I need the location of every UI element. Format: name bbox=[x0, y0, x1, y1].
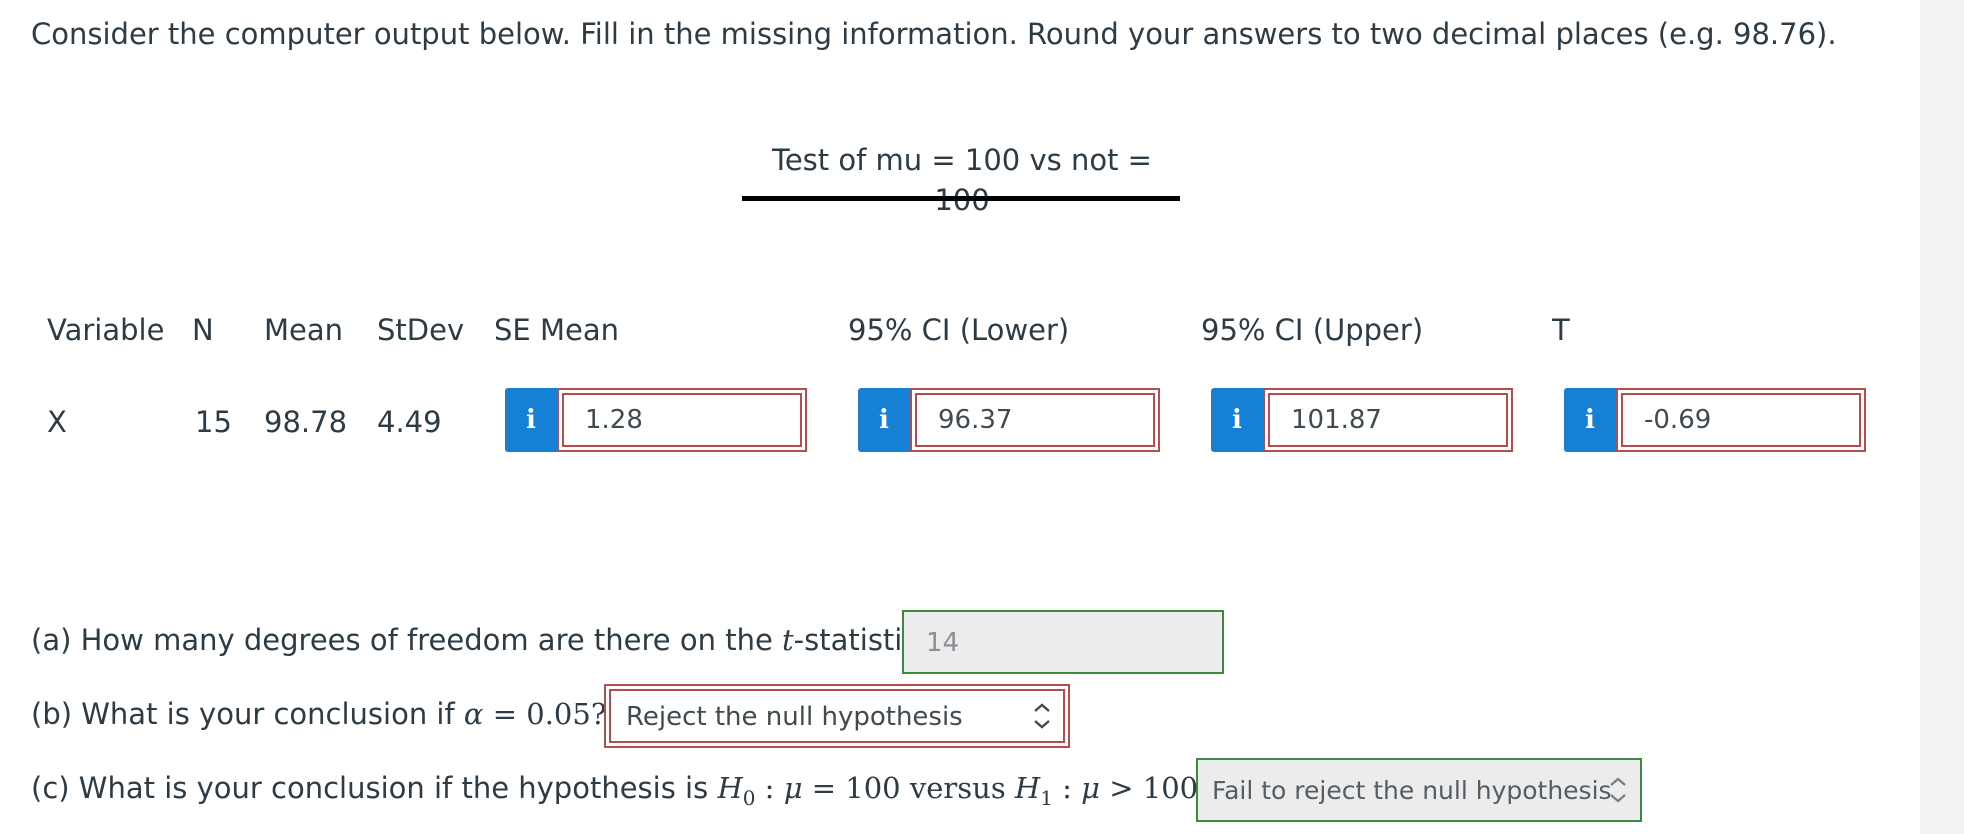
question-a-italic: t bbox=[782, 623, 794, 657]
question-c-mid2: = 100 versus bbox=[802, 771, 1015, 805]
t-input[interactable]: -0.69 bbox=[1616, 388, 1866, 452]
se-mean-answer: i 1.28 bbox=[505, 388, 807, 452]
header-se-mean: SE Mean bbox=[494, 313, 619, 347]
question-b-eq: = 0.05? bbox=[483, 697, 607, 731]
question-c-mid3: : bbox=[1052, 771, 1082, 805]
header-t: T bbox=[1552, 313, 1570, 347]
question-a: (a) How many degrees of freedom are ther… bbox=[31, 620, 934, 660]
row-variable: X bbox=[47, 405, 67, 439]
question-c-h1: H bbox=[1014, 771, 1041, 805]
conclusion-b-select[interactable]: Reject the null hypothesis bbox=[604, 684, 1070, 748]
question-b-prefix: (b) What is your conclusion if bbox=[31, 697, 464, 731]
conclusion-b-value: Reject the null hypothesis bbox=[626, 702, 963, 732]
degrees-of-freedom-value: 14 bbox=[926, 628, 960, 658]
question-c-h1-sub: 1 bbox=[1040, 785, 1053, 810]
header-stdev: StDev bbox=[377, 313, 465, 347]
degrees-of-freedom-input[interactable]: 14 bbox=[902, 610, 1224, 674]
header-variable: Variable bbox=[47, 313, 165, 347]
ci-lower-input[interactable]: 96.37 bbox=[910, 388, 1160, 452]
info-icon[interactable]: i bbox=[858, 388, 910, 452]
ci-upper-value: 101.87 bbox=[1291, 405, 1382, 435]
info-icon[interactable]: i bbox=[1564, 388, 1616, 452]
row-mean: 98.78 bbox=[264, 405, 348, 439]
up-down-chevron-icon bbox=[1606, 770, 1630, 810]
right-gutter bbox=[1920, 0, 1964, 834]
question-c-h0: H bbox=[717, 771, 743, 805]
info-icon[interactable]: i bbox=[505, 388, 557, 452]
question-c-mu2: μ bbox=[1081, 771, 1101, 805]
question-c-h0-sub: 0 bbox=[742, 785, 756, 810]
question-a-prefix: (a) How many degrees of freedom are ther… bbox=[31, 623, 783, 657]
ci-upper-answer: i 101.87 bbox=[1211, 388, 1513, 452]
question-b-alpha: α bbox=[463, 697, 484, 731]
header-ci-upper: 95% CI (Upper) bbox=[1201, 313, 1424, 347]
instructions: Consider the computer output below. Fill… bbox=[31, 17, 1837, 51]
test-title: Test of mu = 100 vs not = 100 bbox=[772, 143, 1152, 217]
t-answer: i -0.69 bbox=[1564, 388, 1866, 452]
header-mean: Mean bbox=[264, 313, 344, 347]
ci-lower-answer: i 96.37 bbox=[858, 388, 1160, 452]
question-c-prefix: (c) What is your conclusion if the hypot… bbox=[31, 771, 718, 805]
quiz-page: Consider the computer output below. Fill… bbox=[0, 0, 1920, 834]
row-n: 15 bbox=[195, 405, 232, 439]
question-c: (c) What is your conclusion if the hypot… bbox=[31, 768, 1214, 818]
header-ci-lower: 95% CI (Lower) bbox=[848, 313, 1070, 347]
question-c-mid1: : bbox=[755, 771, 784, 805]
ci-upper-input[interactable]: 101.87 bbox=[1263, 388, 1513, 452]
se-mean-input[interactable]: 1.28 bbox=[557, 388, 807, 452]
header-n: N bbox=[192, 313, 214, 347]
conclusion-c-select[interactable]: Fail to reject the null hypothesis bbox=[1196, 758, 1642, 822]
conclusion-c-value: Fail to reject the null hypothesis bbox=[1212, 776, 1612, 805]
row-stdev: 4.49 bbox=[377, 405, 442, 439]
question-c-mu1: μ bbox=[783, 771, 803, 805]
test-title-rule bbox=[742, 196, 1180, 201]
ci-lower-value: 96.37 bbox=[938, 405, 1013, 435]
info-icon[interactable]: i bbox=[1211, 388, 1263, 452]
t-value: -0.69 bbox=[1644, 405, 1712, 435]
question-b: (b) What is your conclusion if α = 0.05? bbox=[31, 694, 606, 734]
se-mean-value: 1.28 bbox=[585, 405, 643, 435]
up-down-chevron-icon bbox=[1030, 696, 1054, 736]
